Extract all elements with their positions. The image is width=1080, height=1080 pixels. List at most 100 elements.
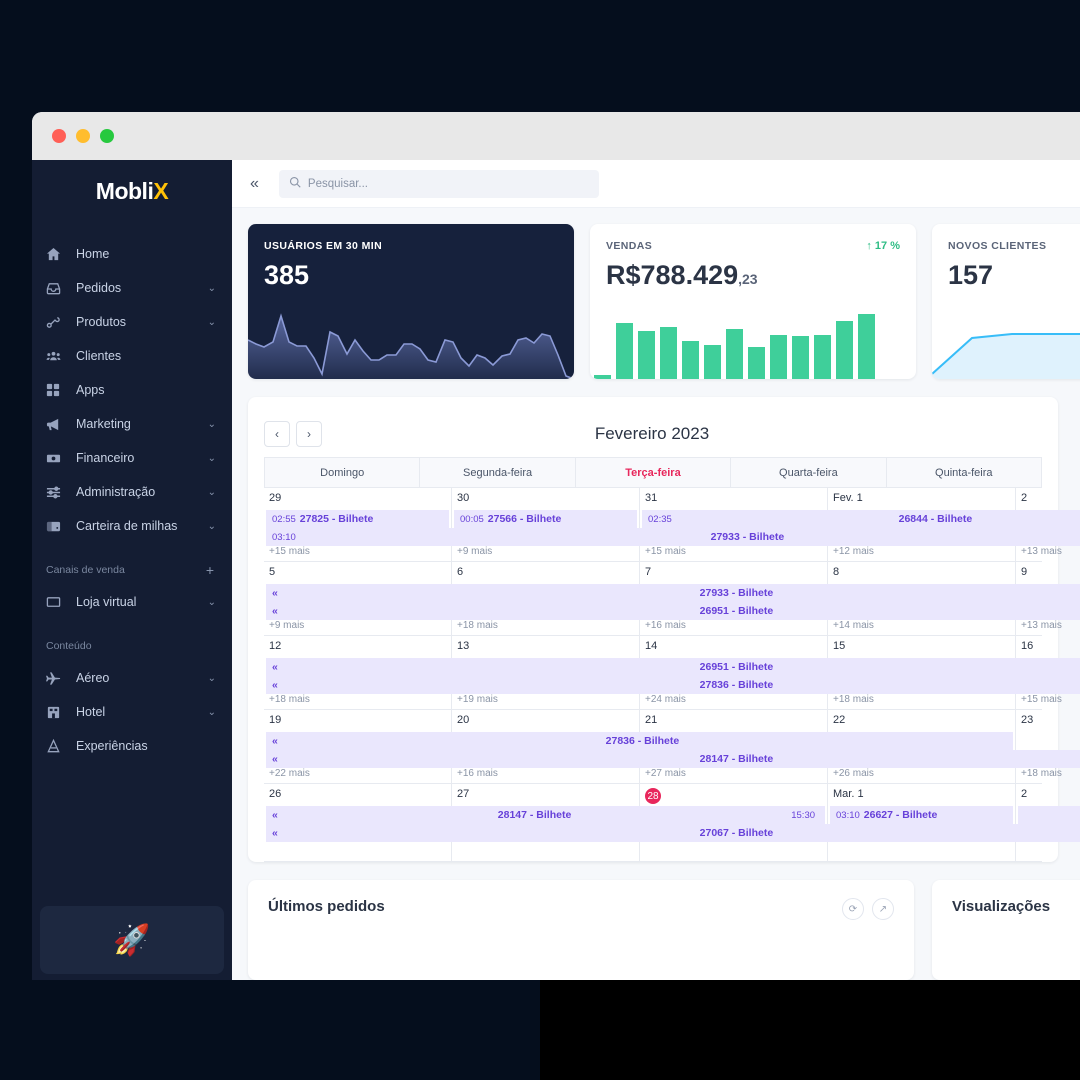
event-name: 27933 - Bilhete xyxy=(710,531,785,543)
calendar-day-number-today: 28 xyxy=(645,788,661,804)
window-titlebar xyxy=(32,112,1080,160)
event-name: 27825 - Bilhete xyxy=(299,513,374,525)
add-channel-icon[interactable]: + xyxy=(206,562,214,578)
calendar-event[interactable]: « 28147 - Bilhete xyxy=(266,750,1080,768)
sidebar-group-canais-de-venda: Canais de venda + xyxy=(32,555,232,585)
calendar-event[interactable]: 02:35 26844 - Bilhete xyxy=(642,510,1080,528)
stat-value-main: R$788.429 xyxy=(606,260,739,290)
calendar-event[interactable]: « 27933 - Bilhete xyxy=(266,584,1080,602)
calendar-day-number: 26 xyxy=(269,788,282,800)
calendar-day-number: 15 xyxy=(833,640,846,652)
event-time: 03:10 xyxy=(836,809,860,821)
search-input[interactable] xyxy=(307,177,589,190)
stat-value-cents: ,23 xyxy=(738,271,758,287)
calendar-prev-button[interactable]: ‹ xyxy=(264,421,290,447)
close-window-button[interactable] xyxy=(52,129,66,143)
calendar-day-number: 16 xyxy=(1021,640,1034,652)
event-time: 00:05 xyxy=(460,513,484,525)
collapse-sidebar-icon[interactable]: « xyxy=(250,175,259,193)
calendar-event[interactable]: « 27836 - Bilhete xyxy=(266,732,1013,750)
sidebar-item-aereo[interactable]: Aéreo ⌄ xyxy=(32,661,232,695)
calendar-day-number: Mar. 1 xyxy=(833,788,864,800)
sidebar-group-conteudo: Conteúdo xyxy=(32,631,232,661)
sidebar-item-label: Home xyxy=(76,247,110,261)
money-icon xyxy=(46,451,68,466)
sliders-icon xyxy=(46,485,68,500)
calendar-weekday-today: Terça-feira xyxy=(574,457,732,488)
calendar-day-number: 6 xyxy=(457,566,464,578)
minimize-window-button[interactable] xyxy=(76,129,90,143)
sidebar-item-label: Produtos xyxy=(76,315,127,329)
sidebar-item-label: Experiências xyxy=(76,739,148,753)
calendar-title: Fevereiro 2023 xyxy=(594,424,710,443)
calendar-event[interactable]: « 26951 - Bilhete xyxy=(266,658,1080,676)
tag-icon xyxy=(46,315,68,330)
sidebar-item-label: Aéreo xyxy=(76,671,110,685)
sidebar-item-hotel[interactable]: Hotel ⌄ xyxy=(32,695,232,729)
sidebar-item-pedidos[interactable]: Pedidos ⌄ xyxy=(32,271,232,305)
calendar-event[interactable]: « 27836 - Bilhete xyxy=(266,676,1080,694)
sidebar-item-marketing[interactable]: Marketing ⌄ xyxy=(32,407,232,441)
home-icon xyxy=(46,247,68,262)
sidebar-item-administracao[interactable]: Administração ⌄ xyxy=(32,475,232,509)
sidebar-item-carteira-de-milhas[interactable]: Carteira de milhas ⌄ xyxy=(32,509,232,543)
calendar-day-number: 22 xyxy=(833,714,846,726)
calendar-week-row: 5 +9 mais 6 +18 mais 7 +16 mais 8 +14 mais 9 +13 … xyxy=(264,562,1080,636)
sidebar-item-label: Carteira de milhas xyxy=(76,519,178,533)
latest-orders-card: Últimos pedidos ⟳ ↗ xyxy=(248,880,914,980)
search-box[interactable] xyxy=(278,169,599,198)
sidebar-item-produtos[interactable]: Produtos ⌄ xyxy=(32,305,232,339)
calendar-next-button[interactable]: › xyxy=(296,421,322,447)
calendar-event[interactable]: 00:05 27566 - Bilhete xyxy=(454,510,637,528)
event-continues-icon: « xyxy=(272,753,278,765)
stat-card-usuarios: USUÁRIOS EM 30 MIN 385 xyxy=(248,224,574,379)
stat-card-value: 157 xyxy=(948,260,994,290)
chevron-down-icon: ⌄ xyxy=(207,452,216,464)
sidebar-item-loja-virtual[interactable]: Loja virtual ⌄ xyxy=(32,585,232,619)
event-continues-icon: « xyxy=(272,735,278,747)
sidebar-item-home[interactable]: Home xyxy=(32,237,232,271)
calendar-event[interactable]: 03:10 26627 - Bilhete xyxy=(830,806,1013,824)
app-logo[interactable]: MobliX xyxy=(32,178,232,205)
event-end-time: 15:30 xyxy=(791,809,816,821)
rocket-promo-widget[interactable]: 🚀 xyxy=(40,906,224,974)
calendar-event[interactable]: 00:05 xyxy=(1018,806,1080,824)
views-card: Visualizações xyxy=(932,880,1080,980)
chevron-down-icon: ⌄ xyxy=(207,596,216,608)
calendar-day-number: 8 xyxy=(833,566,840,578)
stat-card-title: USUÁRIOS EM 30 MIN xyxy=(264,240,383,252)
calendar-day-cell[interactable]: 23 +18 mais xyxy=(1016,710,1080,783)
calendar-event[interactable]: 02:55 27825 - Bilhete xyxy=(266,510,449,528)
wallet-icon xyxy=(46,519,68,534)
event-name: 27836 - Bilhete xyxy=(605,735,680,747)
stat-card-value: 385 xyxy=(264,260,310,290)
megaphone-icon xyxy=(46,417,68,432)
sidebar-group-label: Canais de venda xyxy=(46,564,125,576)
grid-icon xyxy=(46,383,68,397)
event-name: 27566 - Bilhete xyxy=(487,513,562,525)
calendar-event[interactable]: « 28147 - Bilhete 15:30 xyxy=(266,806,825,824)
stat-card-delta: ↑ 17 % xyxy=(866,240,900,252)
event-time: 02:35 xyxy=(648,513,672,525)
sidebar-item-label: Marketing xyxy=(76,417,131,431)
stat-card-value: R$788.429,23 xyxy=(590,252,916,291)
calendar-event[interactable]: 03:10 27933 - Bilhete xyxy=(266,528,1080,546)
calendar-day-number: Fev. 1 xyxy=(833,492,863,504)
event-continues-icon: « xyxy=(272,661,278,673)
browser-window: MobliX Home Pedidos ⌄ Produtos ⌄ Cliente… xyxy=(32,112,1080,980)
event-name: 26951 - Bilhete xyxy=(699,661,774,673)
maximize-window-button[interactable] xyxy=(100,129,114,143)
views-title: Visualizações xyxy=(952,898,1051,915)
expand-icon[interactable]: ↗ xyxy=(872,898,894,920)
plane-icon xyxy=(46,671,68,686)
sidebar-item-clientes[interactable]: Clientes xyxy=(32,339,232,373)
calendar-event[interactable]: « 27067 - Bilhete xyxy=(266,824,1080,842)
sidebar-item-apps[interactable]: Apps xyxy=(32,373,232,407)
event-time: 03:10 xyxy=(272,531,296,543)
sidebar-item-experiencias[interactable]: Experiências xyxy=(32,729,232,763)
refresh-icon[interactable]: ⟳ xyxy=(842,898,864,920)
sidebar-item-financeiro[interactable]: Financeiro ⌄ xyxy=(32,441,232,475)
calendar-weekday-header: Domingo Segunda-feira Terça-feira Quarta… xyxy=(263,457,1043,488)
sales-bar-sparkline xyxy=(590,304,916,379)
calendar-event[interactable]: « 26951 - Bilhete xyxy=(266,602,1080,620)
